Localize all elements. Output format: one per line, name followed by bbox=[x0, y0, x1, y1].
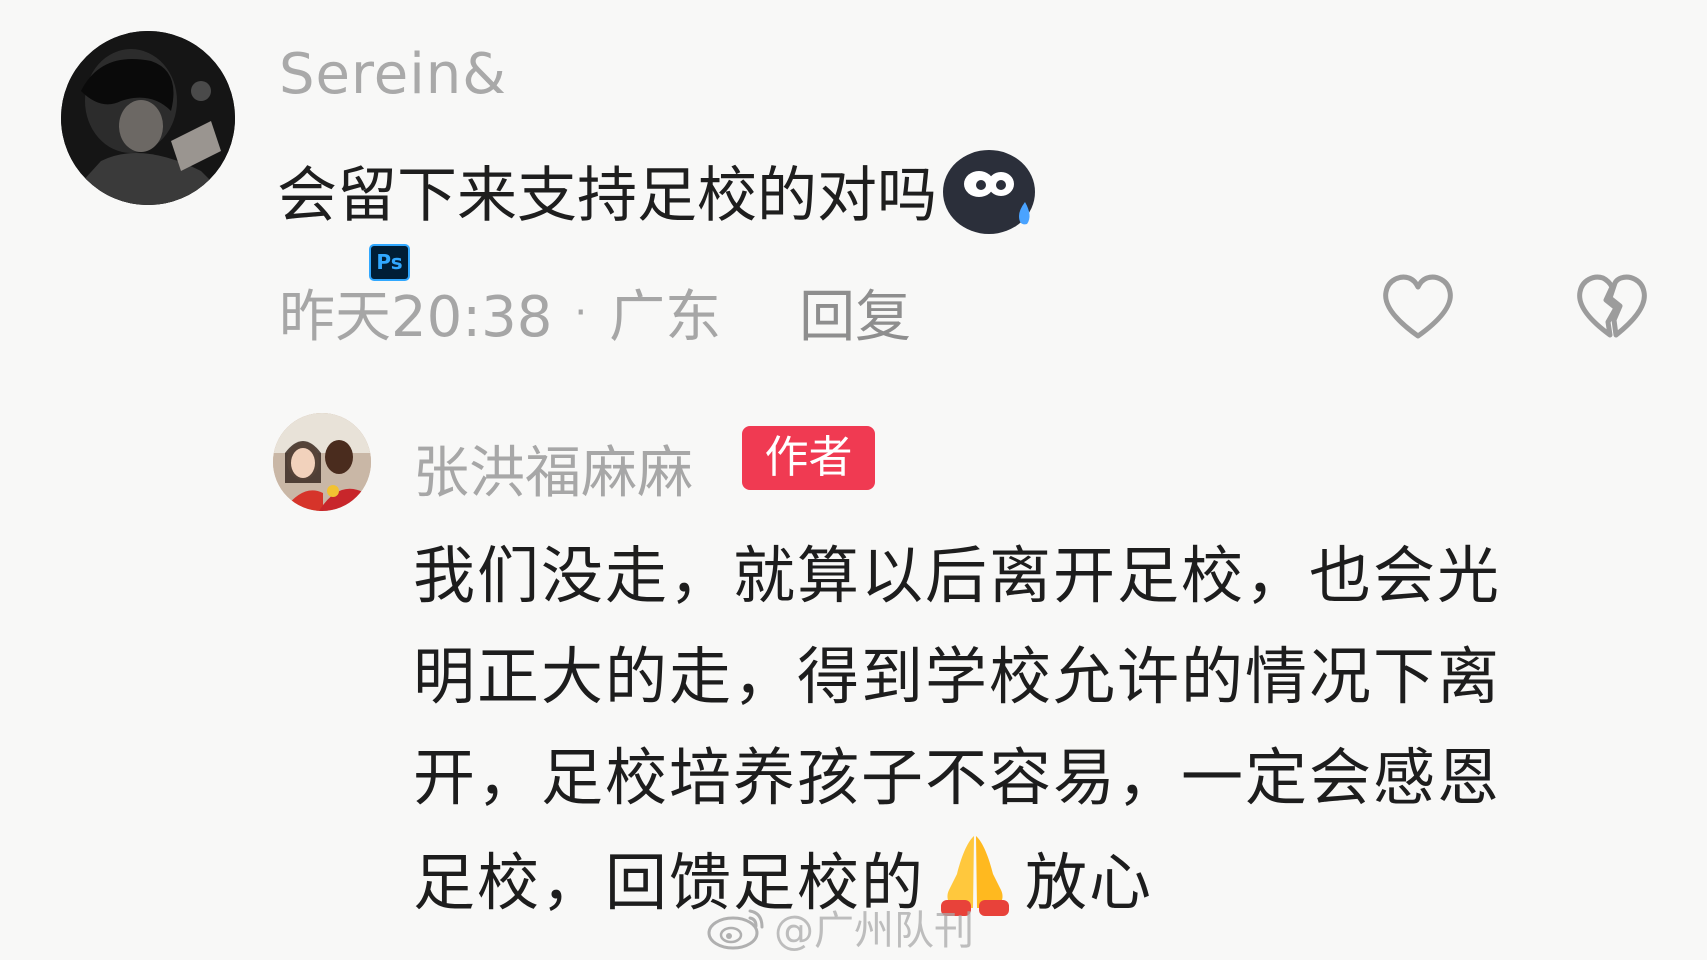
reply-line: 足校，回馈足校的 放心 bbox=[413, 828, 1653, 933]
commenter-avatar[interactable] bbox=[61, 31, 235, 205]
author-username[interactable]: 张洪福麻麻 bbox=[413, 428, 693, 509]
author-badge: 作者 bbox=[742, 426, 875, 490]
reply-line-end: 放心 bbox=[1025, 846, 1154, 919]
comment-thread: Serein& 会留下来支持足校的对吗 Ps 昨天20:38 · 广东 回复 张… bbox=[0, 0, 1707, 960]
watermark: @广州队刊 bbox=[706, 898, 974, 956]
sweat-smile-emoji-icon bbox=[943, 150, 1035, 234]
reply-text: 我们没走，就算以后离开足校，也会光 明正大的走，得到学校允许的情况下离 开，足校… bbox=[413, 525, 1653, 933]
meta-separator: · bbox=[574, 289, 588, 336]
weibo-icon bbox=[707, 909, 764, 950]
reply-button[interactable]: 回复 bbox=[799, 272, 911, 353]
commenter-username[interactable]: Serein& bbox=[279, 42, 507, 107]
reply-line: 明正大的走，得到学校允许的情况下离 bbox=[413, 640, 1502, 713]
watermark-text: @广州队刊 bbox=[774, 908, 974, 954]
comment-location: 广东 bbox=[609, 285, 722, 350]
comment-time: 昨天20:38 bbox=[279, 285, 553, 350]
comment-text: 会留下来支持足校的对吗 bbox=[277, 142, 1041, 238]
comment-meta: 昨天20:38 · 广东 回复 bbox=[279, 272, 911, 353]
reply-line: 我们没走，就算以后离开足校，也会光 bbox=[413, 539, 1502, 612]
dislike-broken-heart-icon[interactable] bbox=[1574, 272, 1650, 342]
reply-line: 开，足校培养孩子不容易，一定会感恩 bbox=[413, 741, 1502, 814]
like-heart-icon[interactable] bbox=[1380, 272, 1456, 342]
author-avatar[interactable] bbox=[273, 413, 371, 511]
comment-text-content: 会留下来支持足校的对吗 bbox=[277, 160, 937, 231]
